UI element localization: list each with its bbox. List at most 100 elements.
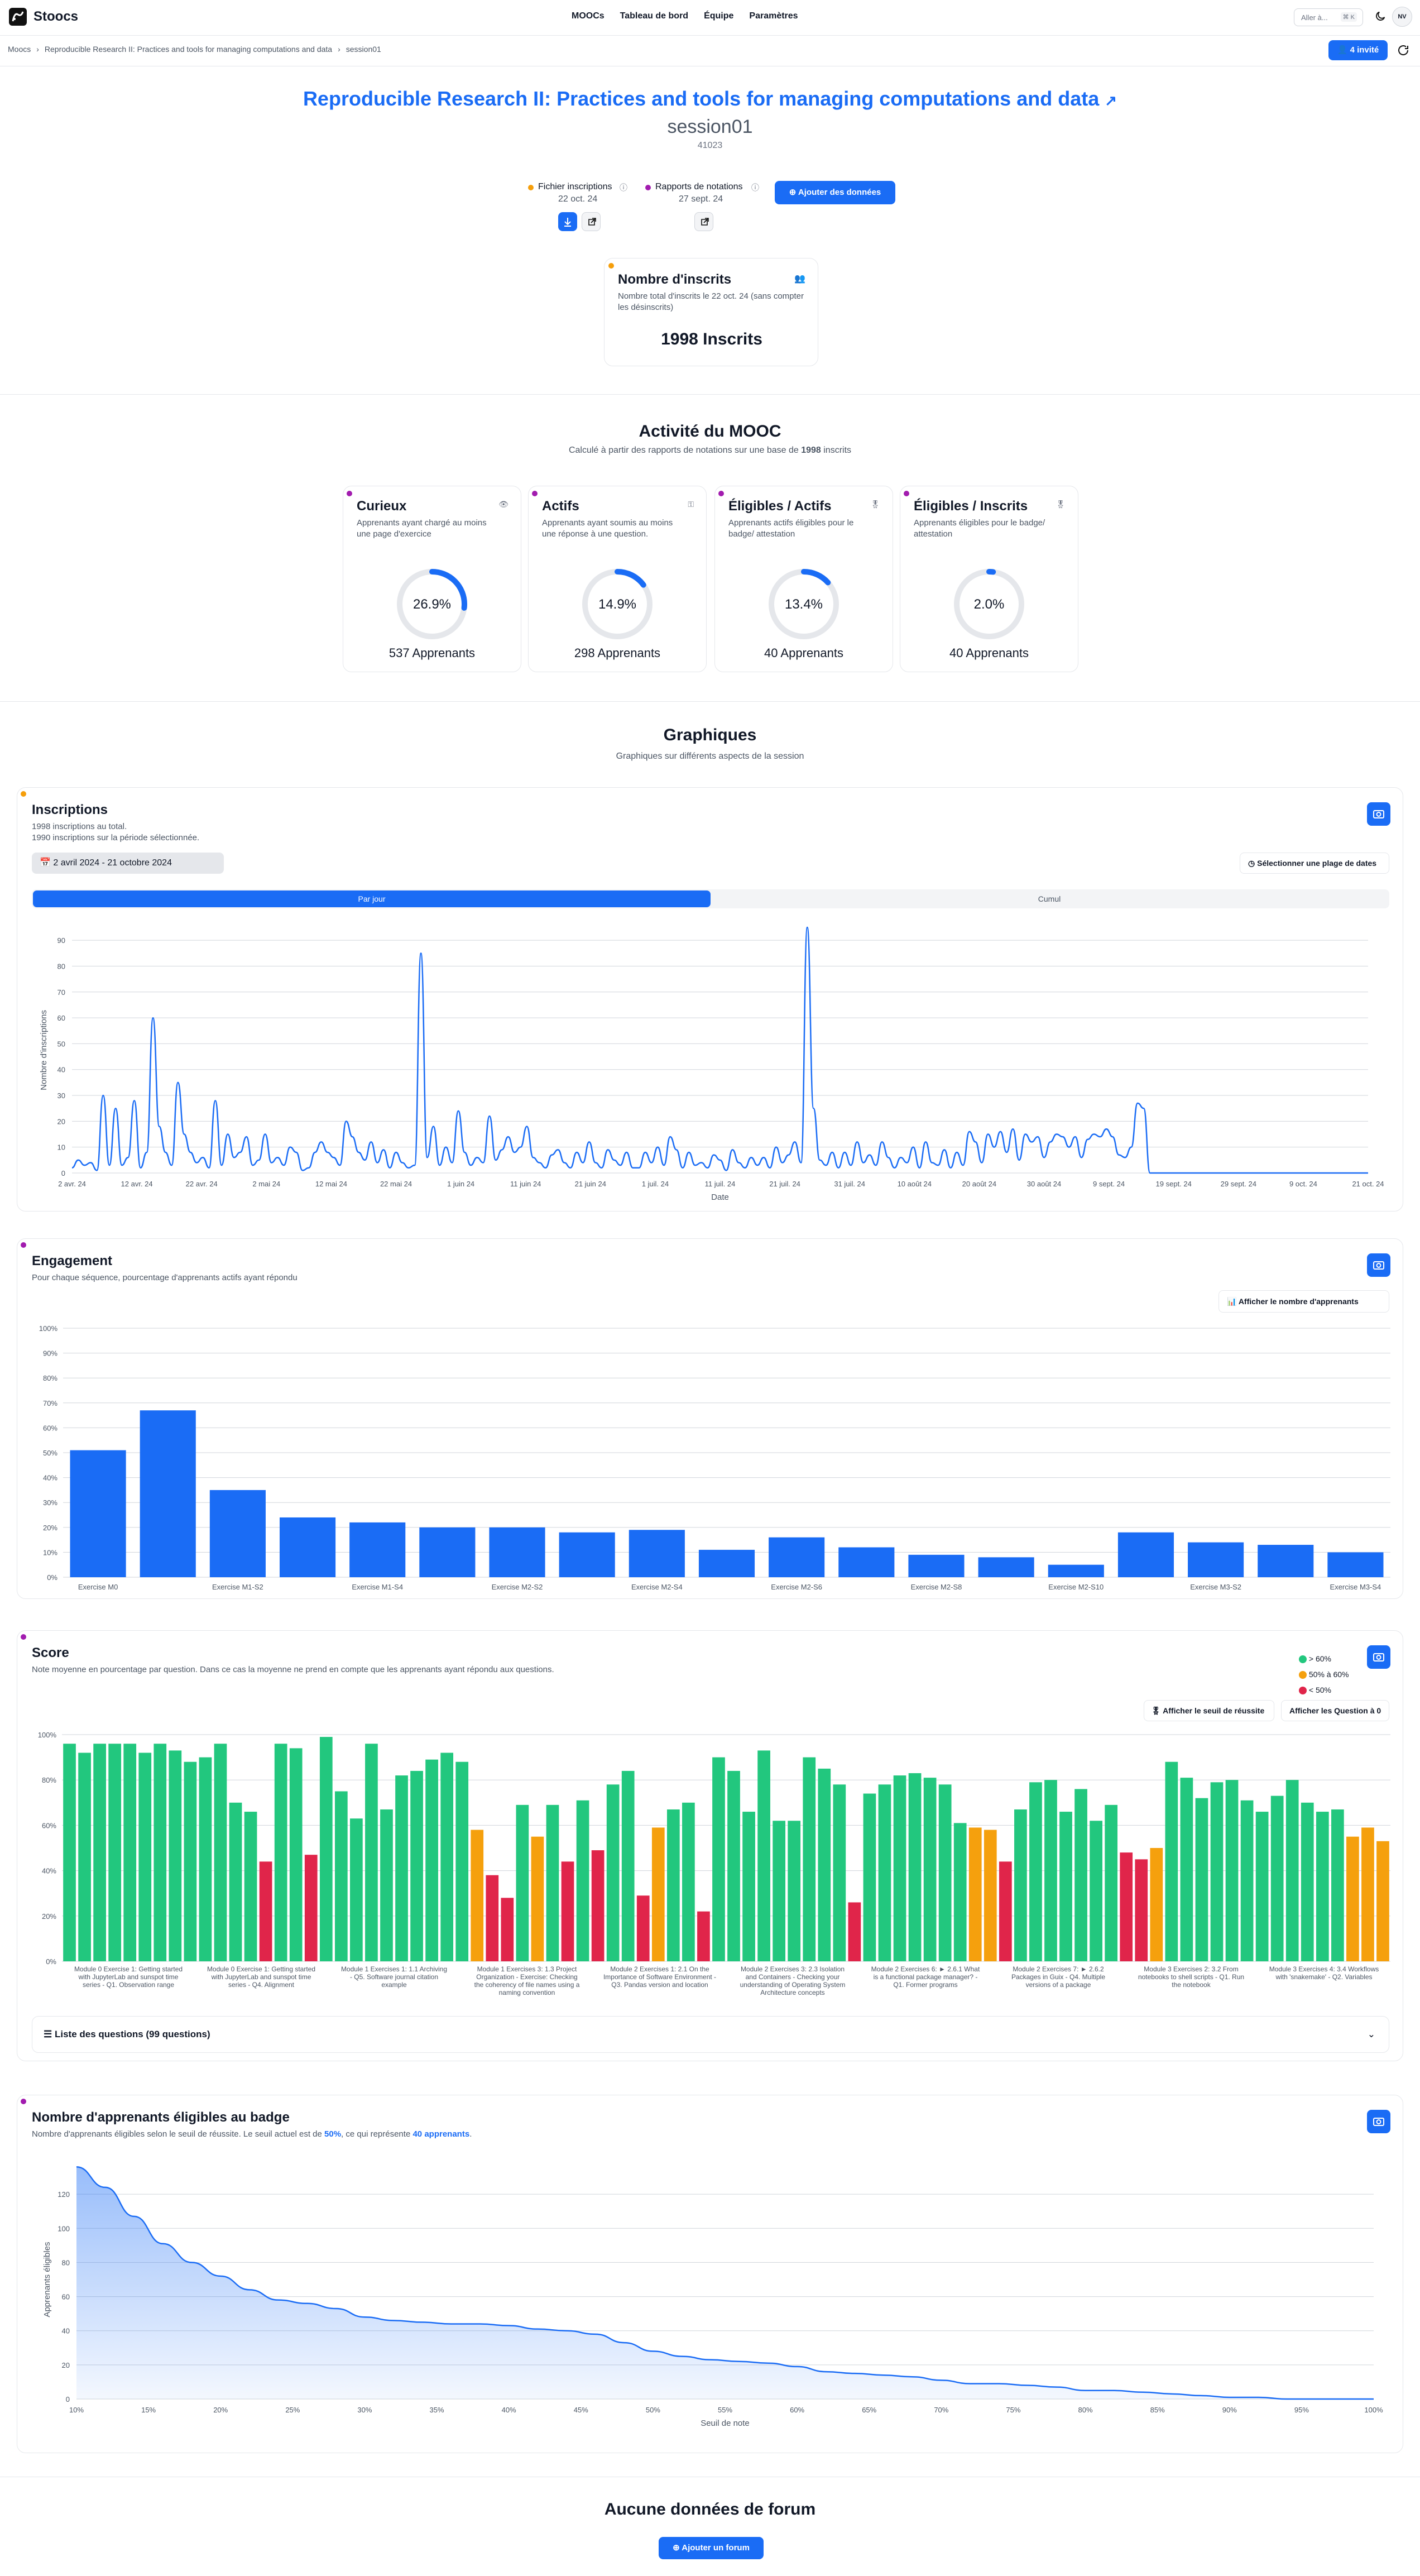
help-icon[interactable]: ⓘ xyxy=(751,182,759,193)
y-tick-label: 10 xyxy=(57,1143,65,1152)
help-icon[interactable]: ⓘ xyxy=(620,182,627,193)
x-tick-label: Exercise M2-S10 xyxy=(1048,1583,1104,1591)
engagement-title: Engagement xyxy=(32,1253,113,1268)
invite-button[interactable]: 👤 4 invité xyxy=(1328,40,1388,60)
score-bar xyxy=(1210,1782,1224,1961)
y-tick-label: 20% xyxy=(43,1524,57,1532)
score-bar xyxy=(984,1830,997,1961)
score-bar xyxy=(666,1809,680,1961)
x-tick-label: Exercise M3-S4 xyxy=(1330,1583,1381,1591)
score-bar xyxy=(244,1812,257,1961)
x-tick-label: 75% xyxy=(1006,2406,1020,2414)
refresh-icon[interactable] xyxy=(1397,44,1410,57)
search-label: Aller à... xyxy=(1301,13,1328,22)
enrolled-desc: Nombre total d'inscrits le 22 oct. 24 (s… xyxy=(618,291,804,312)
x-tick-label-line: is a functional package manager? - xyxy=(874,1973,978,1981)
moon-icon[interactable] xyxy=(1374,10,1387,22)
legend-mid: 50% à 60% xyxy=(1299,1667,1349,1682)
engagement-bar xyxy=(838,1547,895,1577)
open-file-icon[interactable] xyxy=(694,212,713,231)
series-line xyxy=(71,926,1368,1174)
plus-circle-icon: ⊕ xyxy=(789,188,798,197)
nav-link-team[interactable]: Équipe xyxy=(704,11,733,21)
score-bar xyxy=(591,1850,605,1961)
award-icon: 🎖 xyxy=(1056,500,1066,509)
y-tick-label: 60% xyxy=(43,1424,57,1432)
y-tick-label: 20 xyxy=(62,2361,70,2369)
score-bar xyxy=(380,1809,393,1961)
engagement-bar xyxy=(1188,1542,1244,1577)
nav-link-moocs[interactable]: MOOCs xyxy=(572,11,605,21)
invite-label: 4 invité xyxy=(1350,45,1379,55)
x-tick-label: 25% xyxy=(285,2406,300,2414)
score-bar xyxy=(199,1757,212,1961)
select-range-button[interactable]: ◷ Sélectionner une plage de dates xyxy=(1240,853,1389,874)
add-data-button[interactable]: ⊕ Ajouter des données xyxy=(775,181,895,204)
score-bar xyxy=(1150,1848,1163,1961)
y-tick-label: 90% xyxy=(43,1349,57,1358)
avatar[interactable]: NV xyxy=(1392,7,1412,27)
engagement-bar xyxy=(419,1527,476,1577)
score-bar xyxy=(1044,1780,1057,1961)
score-bar xyxy=(138,1753,152,1961)
show-threshold-button[interactable]: 🎖 Afficher le seuil de réussite xyxy=(1144,1700,1274,1721)
search-button[interactable]: Aller à... ⌘ K xyxy=(1294,8,1363,26)
x-tick-label: Exercise M1-S2 xyxy=(212,1583,263,1591)
y-tick-label: 80 xyxy=(62,2258,70,2267)
charts-title: Graphiques xyxy=(663,726,757,744)
breadcrumb-course[interactable]: Reproducible Research II: Practices and … xyxy=(45,45,332,54)
activity-card-desc: Apprenants actifs éligibles pour le badg… xyxy=(728,518,854,539)
course-title-text: Reproducible Research II: Practices and … xyxy=(303,87,1100,110)
show-learners-toggle[interactable]: 📊 Afficher le nombre d'apprenants xyxy=(1218,1290,1389,1313)
x-tick-label: Module 2 Exercises 1: 2.1 On the Importan… xyxy=(603,1965,716,1989)
x-tick-label: Module 3 Exercises 2: 3.2 From notebooks … xyxy=(1138,1965,1244,1989)
engagement-bar xyxy=(1258,1545,1314,1577)
camera-icon[interactable] xyxy=(1367,802,1390,826)
badge-area-chart[interactable]: 0 20 40 60 80 100 120 10% 15% 20% 25% 30% 35% 40% 45% 5… xyxy=(17,2149,1404,2450)
x-tick-label: 9 oct. 24 xyxy=(1289,1180,1317,1188)
score-bar xyxy=(968,1827,982,1961)
badge-title: Nombre d'apprenants éligibles au badge xyxy=(32,2110,290,2125)
course-title[interactable]: Reproducible Research II: Practices and … xyxy=(0,87,1420,111)
activity-card: Curieux 👁 Apprenants ayant chargé au moins… xyxy=(343,486,521,672)
camera-icon[interactable] xyxy=(1367,1253,1390,1277)
score-bar-chart[interactable]: 0% 20% 40% 60% 80% 100% Module 0 Exercise 1: G… xyxy=(17,1725,1404,2009)
nav-link-dashboard[interactable]: Tableau de bord xyxy=(620,11,688,21)
engagement-bar xyxy=(349,1522,406,1577)
status-dot xyxy=(21,1242,26,1248)
award-icon: 🎖 xyxy=(1151,1706,1163,1715)
progress-ring: 26.9% xyxy=(396,568,468,640)
download-icon[interactable] xyxy=(558,212,577,231)
x-tick-label: 35% xyxy=(430,2406,444,2414)
tab-cumulative[interactable]: Cumul xyxy=(711,890,1388,907)
x-tick-label: 9 sept. 24 xyxy=(1093,1180,1125,1188)
camera-icon[interactable] xyxy=(1367,2110,1390,2133)
stoocs-logo[interactable] xyxy=(8,7,28,27)
nav-link-settings[interactable]: Paramètres xyxy=(749,11,798,21)
score-bar xyxy=(1059,1812,1072,1961)
score-bar xyxy=(697,1911,710,1961)
breadcrumb: Moocs › Reproducible Research II: Practic… xyxy=(8,45,381,54)
score-bar xyxy=(410,1770,423,1961)
add-forum-button[interactable]: ⊕ Ajouter un forum xyxy=(659,2537,764,2559)
brand-name[interactable]: Stoocs xyxy=(33,9,78,25)
x-tick-label: 2 avr. 24 xyxy=(58,1180,86,1188)
y-tick-label: 70% xyxy=(43,1399,57,1407)
score-bar xyxy=(561,1861,574,1961)
engagement-bar-chart[interactable]: 0% 10% 20% 30% 40% 50% 60% 70% 80% 90% 100% Exercis… xyxy=(17,1317,1404,1596)
open-file-icon[interactable] xyxy=(582,212,601,231)
show-zero-questions-button[interactable]: Afficher les Question à 0 xyxy=(1281,1700,1389,1721)
questions-accordion[interactable]: ☰ Liste des questions (99 questions) ⌄ xyxy=(32,2016,1389,2053)
date-range-picker[interactable]: 📅 2 avril 2024 - 21 octobre 2024 xyxy=(32,853,224,874)
breadcrumb-moocs[interactable]: Moocs xyxy=(8,45,31,54)
legend-low-label: < 50% xyxy=(1308,1686,1331,1694)
x-tick-label: 10% xyxy=(69,2406,84,2414)
engagement-bar xyxy=(70,1450,126,1577)
tab-per-day[interactable]: Par jour xyxy=(33,890,711,907)
external-link-icon[interactable]: ↗ xyxy=(1105,92,1117,109)
camera-icon[interactable] xyxy=(1367,1645,1390,1669)
activity-card: Éligibles / Actifs 🎖 Apprenants actifs éli… xyxy=(714,486,893,672)
inscriptions-line-chart[interactable]: 0 10 20 30 40 50 60 70 80 90 2 avr. 24 12 avr. 24 22… xyxy=(17,916,1404,1212)
score-bar xyxy=(365,1744,378,1961)
y-tick-label: 100% xyxy=(39,1324,58,1333)
